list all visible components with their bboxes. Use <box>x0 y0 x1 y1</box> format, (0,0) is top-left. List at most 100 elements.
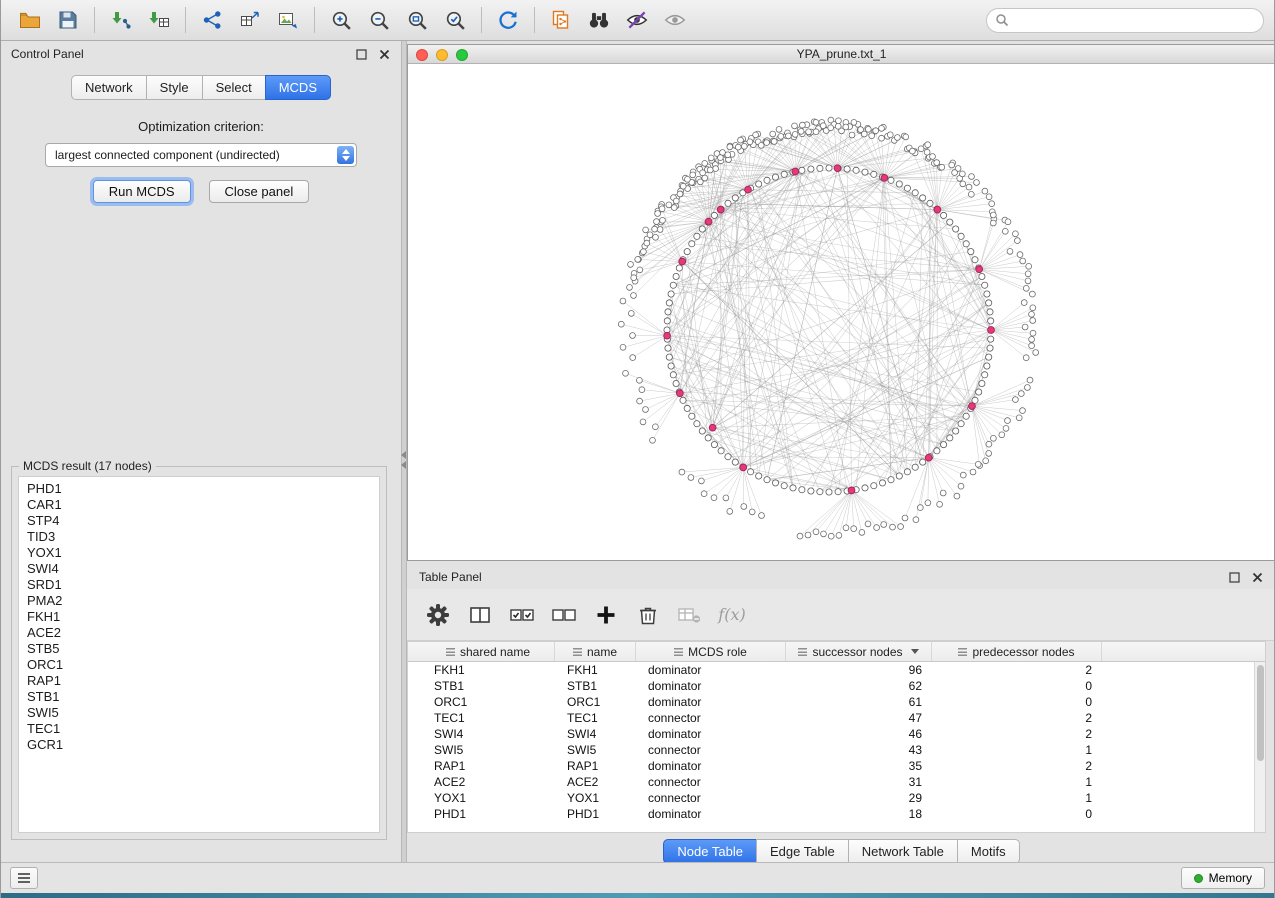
import-table-button[interactable] <box>140 4 178 36</box>
table-settings-button[interactable] <box>421 598 455 632</box>
maximize-window-button[interactable] <box>456 49 468 61</box>
close-panel-button[interactable]: Close panel <box>209 180 310 203</box>
tab-motifs[interactable]: Motifs <box>957 839 1020 864</box>
search-input[interactable] <box>1014 13 1255 27</box>
mcds-result-item[interactable]: STB1 <box>27 689 371 705</box>
status-menu-button[interactable] <box>10 867 38 889</box>
tab-network-table[interactable]: Network Table <box>848 839 958 864</box>
mcds-result-item[interactable]: ACE2 <box>27 625 371 641</box>
table-row[interactable]: ORC1ORC1dominator610 <box>408 694 1265 710</box>
function-builder-button[interactable]: f(x) <box>715 598 749 632</box>
mcds-result-item[interactable]: PHD1 <box>27 481 371 497</box>
cell-successor-nodes: 96 <box>786 662 932 678</box>
splitter-collapse-icon[interactable] <box>401 449 406 471</box>
copy-share-button[interactable] <box>542 4 580 36</box>
network-window-titlebar[interactable]: YPA_prune.txt_1 <box>408 45 1275 64</box>
column-header-successor-nodes[interactable]: successor nodes <box>786 642 932 661</box>
criterion-dropdown[interactable]: largest connected component (undirected) <box>45 143 357 167</box>
table-vertical-scrollbar[interactable] <box>1254 662 1265 832</box>
mcds-result-item[interactable]: SWI4 <box>27 561 371 577</box>
hide-selected-button[interactable] <box>618 4 656 36</box>
row-gutter <box>408 758 422 774</box>
column-header-shared-name[interactable]: shared name <box>422 642 555 661</box>
cell-predecessor-nodes: 0 <box>932 806 1102 822</box>
deselect-all-rows-button[interactable] <box>547 598 581 632</box>
open-file-button[interactable] <box>11 4 49 36</box>
save-session-button[interactable] <box>49 4 87 36</box>
export-table-button[interactable] <box>231 4 269 36</box>
header-filler <box>1102 642 1265 661</box>
zoom-selected-button[interactable] <box>436 4 474 36</box>
tab-style[interactable]: Style <box>146 75 203 100</box>
cell-name: SWI5 <box>555 742 636 758</box>
tab-select[interactable]: Select <box>202 75 266 100</box>
cell-shared-name: SWI4 <box>422 726 555 742</box>
scrollbar-thumb[interactable] <box>1257 665 1264 761</box>
table-row[interactable]: STB1STB1dominator620 <box>408 678 1265 694</box>
mcds-result-item[interactable]: TEC1 <box>27 721 371 737</box>
zoom-in-button[interactable] <box>322 4 360 36</box>
mcds-result-item[interactable]: FKH1 <box>27 609 371 625</box>
table-row[interactable]: SWI4SWI4dominator462 <box>408 726 1265 742</box>
mcds-result-item[interactable]: SWI5 <box>27 705 371 721</box>
show-all-button[interactable] <box>656 4 694 36</box>
table-row[interactable]: SWI5SWI5connector431 <box>408 742 1265 758</box>
column-header-name[interactable]: name <box>555 642 636 661</box>
mcds-result-item[interactable]: GCR1 <box>27 737 371 753</box>
memory-button[interactable]: Memory <box>1181 867 1265 889</box>
column-label: name <box>587 645 617 659</box>
cell-predecessor-nodes: 2 <box>932 726 1102 742</box>
unchecked-boxes-icon <box>551 604 577 626</box>
mcds-result-item[interactable]: PMA2 <box>27 593 371 609</box>
find-neighbors-button[interactable] <box>580 4 618 36</box>
import-table-icon <box>148 9 170 31</box>
show-columns-button[interactable] <box>463 598 497 632</box>
table-row[interactable]: ACE2ACE2connector311 <box>408 774 1265 790</box>
delete-column-button[interactable] <box>631 598 665 632</box>
select-all-rows-button[interactable] <box>505 598 539 632</box>
chevron-down-icon[interactable] <box>911 649 919 654</box>
float-table-panel-icon[interactable] <box>1228 571 1241 584</box>
mcds-result-item[interactable]: YOX1 <box>27 545 371 561</box>
search-box[interactable] <box>986 8 1264 33</box>
mcds-result-item[interactable]: ORC1 <box>27 657 371 673</box>
tab-mcds[interactable]: MCDS <box>265 75 331 100</box>
column-header-predecessor-nodes[interactable]: predecessor nodes <box>932 642 1102 661</box>
table-row[interactable]: PHD1PHD1dominator180 <box>408 806 1265 822</box>
table-row[interactable]: RAP1RAP1dominator352 <box>408 758 1265 774</box>
close-panel-icon[interactable] <box>378 48 391 61</box>
mcds-result-item[interactable]: RAP1 <box>27 673 371 689</box>
mcds-result-item[interactable]: CAR1 <box>27 497 371 513</box>
network-graph-canvas[interactable] <box>408 64 1275 560</box>
table-row[interactable]: FKH1FKH1dominator962 <box>408 662 1265 678</box>
zoom-out-button[interactable] <box>360 4 398 36</box>
export-image-button[interactable] <box>269 4 307 36</box>
table-row[interactable]: TEC1TEC1connector472 <box>408 710 1265 726</box>
apply-layout-button[interactable] <box>489 4 527 36</box>
mcds-result-item[interactable]: STB5 <box>27 641 371 657</box>
add-column-button[interactable] <box>589 598 623 632</box>
float-panel-icon[interactable] <box>355 48 368 61</box>
table-row[interactable]: YOX1YOX1connector291 <box>408 790 1265 806</box>
close-table-panel-icon[interactable] <box>1251 571 1264 584</box>
cell-mcds-role: dominator <box>636 806 786 822</box>
table-panel-header: Table Panel <box>407 565 1275 589</box>
minimize-window-button[interactable] <box>436 49 448 61</box>
zoom-fit-button[interactable] <box>398 4 436 36</box>
node-table: shared name name MCDS rolesuccessor nodesp… <box>407 641 1266 833</box>
mcds-result-item[interactable]: SRD1 <box>27 577 371 593</box>
row-gutter <box>408 694 422 710</box>
column-header-mcds-role[interactable]: MCDS role <box>636 642 786 661</box>
close-window-button[interactable] <box>416 49 428 61</box>
run-mcds-button[interactable]: Run MCDS <box>93 180 191 203</box>
tab-node-table[interactable]: Node Table <box>663 839 757 864</box>
mcds-result-item[interactable]: TID3 <box>27 529 371 545</box>
tab-network[interactable]: Network <box>71 75 147 100</box>
import-network-button[interactable] <box>102 4 140 36</box>
tab-edge-table[interactable]: Edge Table <box>756 839 849 864</box>
control-panel-tabs: NetworkStyleSelectMCDS <box>1 75 401 100</box>
delete-table-button[interactable] <box>673 598 707 632</box>
export-network-button[interactable] <box>193 4 231 36</box>
mcds-result-item[interactable]: STP4 <box>27 513 371 529</box>
mcds-result-list[interactable]: PHD1CAR1STP4TID3YOX1SWI4SRD1PMA2FKH1ACE2… <box>18 476 380 833</box>
